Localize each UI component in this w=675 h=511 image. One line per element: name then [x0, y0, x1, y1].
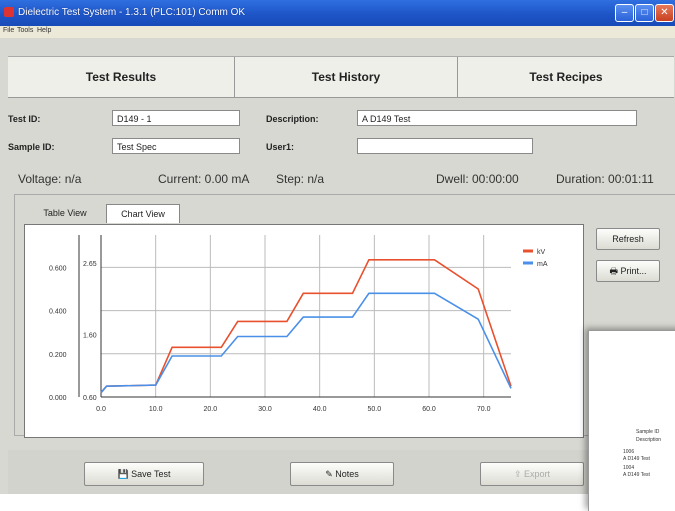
notes-button[interactable]: ✎ Notes [290, 462, 394, 486]
report-row2-desc: A D149 Test [623, 472, 650, 478]
save-label: Save Test [131, 469, 171, 479]
chart-svg: 0.0 10.0 20.0 30.0 40.0 50.0 60.0 70.0 0.000 0.20… [49, 235, 548, 413]
right-axis-tick-label: 1.60 [83, 332, 97, 339]
minimize-icon[interactable]: – [615, 4, 634, 22]
tab-test-recipes[interactable]: Test Recipes [458, 57, 674, 97]
left-tick-label: 0.200 [49, 352, 67, 359]
menu-tools[interactable]: Tools [17, 27, 33, 34]
tab-chart-view[interactable]: Chart View [106, 204, 180, 223]
app-window: Dielectric Test System - 1.3.1 (PLC:101)… [0, 0, 675, 511]
menu-file[interactable]: File [3, 27, 14, 34]
report-header-sample: Sample ID [636, 429, 660, 435]
export-button[interactable]: ⇪ Export [480, 462, 584, 486]
print-button[interactable]: 🖶 Print... [596, 260, 660, 282]
printer-icon: 🖶 [609, 266, 621, 276]
menu-bar: File Tools Help [0, 26, 675, 38]
floppy-icon: 💾 [117, 469, 132, 479]
x-tick-label: 50.0 [368, 406, 382, 413]
series-line-ma [100, 292, 512, 394]
description-label: Description: [266, 114, 319, 124]
refresh-button[interactable]: Refresh [596, 228, 660, 250]
app-icon [4, 7, 14, 17]
right-axis-tick-label: 0.60 [83, 395, 97, 402]
legend-label: mA [537, 261, 548, 268]
close-icon[interactable]: ✕ [655, 4, 674, 22]
left-tick-label: 0.400 [49, 309, 67, 316]
report-header-description: Description [636, 437, 662, 443]
report-row2-id: 1004 [623, 465, 635, 471]
x-tick-label: 0.0 [96, 406, 106, 413]
test-id-field[interactable]: D149 - 1 [112, 110, 240, 126]
x-tick-label: 60.0 [422, 406, 436, 413]
window-title: Dielectric Test System - 1.3.1 (PLC:101)… [18, 7, 246, 18]
tab-test-results[interactable]: Test Results [8, 57, 234, 97]
sample-id-label: Sample ID: [8, 142, 55, 152]
x-tick-label: 40.0 [313, 406, 327, 413]
x-tick-label: 20.0 [204, 406, 218, 413]
tab-table-view[interactable]: Table View [30, 204, 100, 222]
duration-readout: Duration: 00:01:11 [556, 172, 654, 186]
left-tick-label: 0.600 [49, 265, 67, 272]
x-tick-label: 30.0 [258, 406, 272, 413]
title-bar: Dielectric Test System - 1.3.1 (PLC:101)… [0, 0, 675, 26]
description-field[interactable]: A D149 Test [357, 110, 637, 126]
user1-field[interactable] [357, 138, 533, 154]
x-tick-label: 70.0 [477, 406, 491, 413]
report-row1-desc: A D149 Test [623, 456, 650, 462]
sample-id-field[interactable]: Test Spec [112, 138, 240, 154]
maximize-icon[interactable]: □ [635, 4, 654, 22]
main-tabs: Test Results Test History Test Recipes [8, 56, 674, 98]
test-id-label: Test ID: [8, 114, 41, 124]
print-label: Print... [620, 266, 647, 276]
dwell-readout: Dwell: 00:00:00 [436, 172, 519, 186]
legend-label: kV [537, 249, 546, 256]
voltage-readout: Voltage: n/a [18, 172, 82, 186]
chart-area: 0.0 10.0 20.0 30.0 40.0 50.0 60.0 70.0 0.000 0.20… [24, 224, 584, 438]
export-label: Export [524, 469, 551, 479]
notes-label: Notes [335, 469, 359, 479]
notes-icon: ✎ [325, 469, 336, 479]
user1-label: User1: [266, 142, 295, 152]
printed-report-overlay: Sample ID Description 1006 A D149 Test 1… [588, 330, 675, 511]
current-readout: Current: 0.00 mA [158, 172, 250, 186]
x-tick-label: 10.0 [149, 406, 163, 413]
left-tick-label: 0.000 [49, 395, 67, 402]
menu-help[interactable]: Help [37, 27, 51, 34]
right-axis-tick-label: 2.65 [83, 261, 97, 268]
export-icon: ⇪ [513, 469, 525, 479]
tab-test-history[interactable]: Test History [235, 57, 457, 97]
save-test-button[interactable]: 💾 Save Test [84, 462, 204, 486]
step-readout: Step: n/a [276, 172, 325, 186]
status-bar: Voltage: n/a Current: 0.00 mA Step: n/a … [14, 168, 674, 190]
report-row1-id: 1006 [623, 449, 635, 455]
